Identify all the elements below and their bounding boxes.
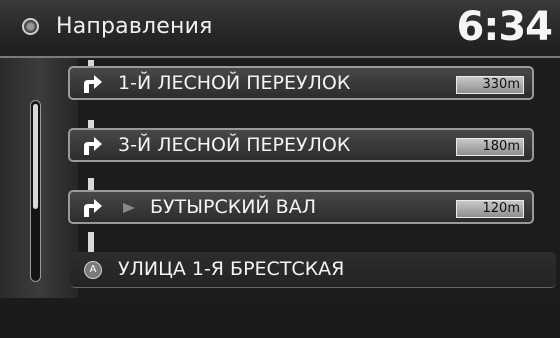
direction-row[interactable]: 1-Й ЛЕСНОЙ ПЕРЕУЛОК 330m: [68, 66, 534, 100]
header-bar: Направления 6:34: [0, 0, 560, 58]
direction-row[interactable]: 3-Й ЛЕСНОЙ ПЕРЕУЛОК 180m: [68, 128, 534, 162]
destination-street-name: УЛИЦА 1-Я БРЕСТСКАЯ: [118, 258, 345, 280]
navigation-directions-screen: Направления 6:34 1-Й ЛЕСНОЙ ПЕРЕУЛОК 330…: [0, 0, 560, 338]
street-name: БУТЫРСКИЙ ВАЛ: [150, 196, 316, 218]
page-title: Направления: [56, 14, 213, 39]
footer-area: [0, 298, 560, 338]
destination-marker-icon: A: [84, 261, 102, 279]
road-lane-dash: [88, 232, 94, 254]
distance-badge: 330m: [456, 76, 524, 94]
street-name: 1-Й ЛЕСНОЙ ПЕРЕУЛОК: [118, 72, 351, 94]
scrollbar-thumb[interactable]: [33, 104, 38, 209]
distance-badge: 180m: [456, 138, 524, 156]
direction-row[interactable]: БУТЫРСКИЙ ВАЛ 120m: [68, 190, 534, 224]
turn-right-arrow-icon: [84, 75, 102, 93]
destination-row[interactable]: A УЛИЦА 1-Я БРЕСТСКАЯ: [70, 252, 556, 288]
distance-badge: 120m: [456, 200, 524, 218]
turn-right-arrow-icon: [84, 199, 102, 217]
navigation-compass-icon: [22, 18, 39, 35]
clock: 6:34: [456, 4, 553, 50]
waypoint-flag-icon: [123, 203, 135, 213]
list-scrollbar[interactable]: [30, 100, 41, 282]
turn-right-arrow-icon: [84, 137, 102, 155]
street-name: 3-Й ЛЕСНОЙ ПЕРЕУЛОК: [118, 134, 351, 156]
